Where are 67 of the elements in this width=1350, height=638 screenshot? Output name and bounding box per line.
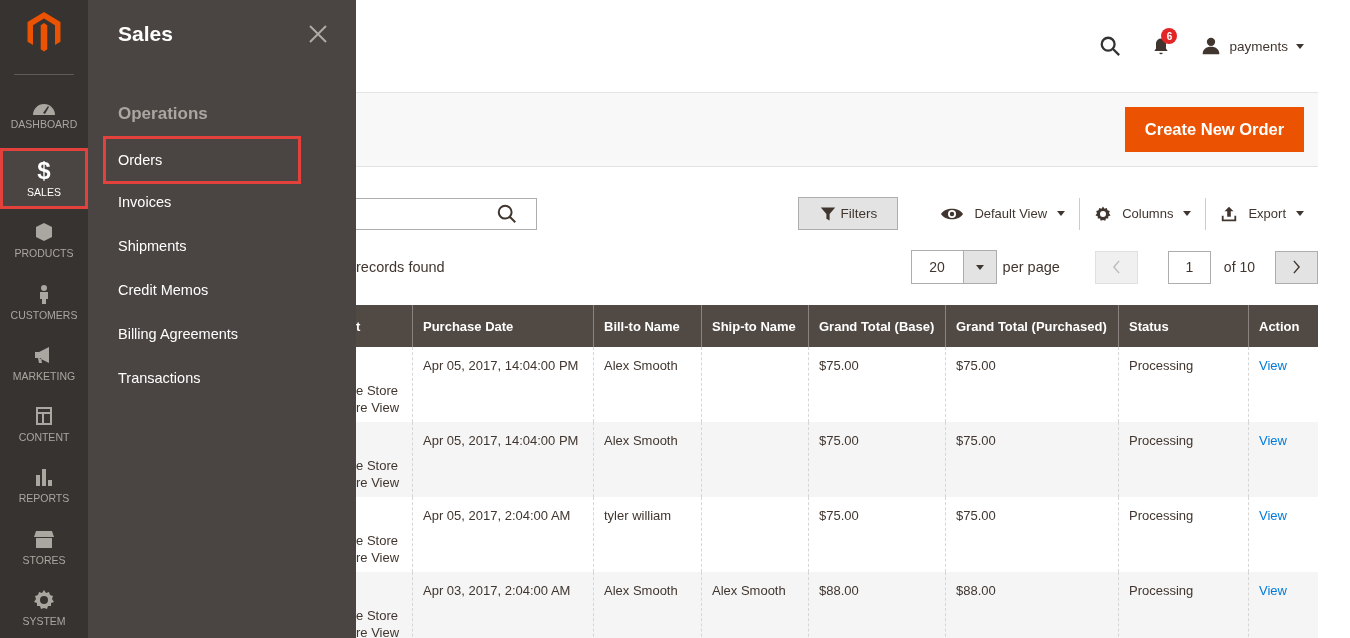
menu-item[interactable]: Credit Memos	[103, 268, 301, 312]
table-cell: $88.00	[808, 572, 945, 638]
column-header[interactable]: Grand Total (Base)	[808, 305, 945, 347]
column-header[interactable]: Ship-to Name	[701, 305, 808, 347]
nav-item[interactable]: SYSTEM	[0, 576, 88, 638]
dollar-icon: $	[37, 158, 51, 183]
user-menu[interactable]: payments	[1229, 38, 1288, 54]
menu-item[interactable]: Billing Agreements	[103, 312, 301, 356]
filters-button[interactable]: Filters	[798, 197, 899, 230]
table-cell: $88.00	[945, 572, 1118, 638]
per-page-select[interactable]: 20	[910, 250, 997, 284]
table-cell: Processing	[1118, 422, 1248, 497]
settings-icon	[1094, 204, 1113, 223]
nav-item[interactable]: DASHBOARD	[0, 86, 88, 148]
table-cell: $75.00	[945, 422, 1118, 497]
view-link[interactable]: View	[1259, 583, 1287, 598]
nav-item[interactable]: CONTENT	[0, 392, 88, 455]
view-link[interactable]: View	[1259, 508, 1287, 523]
column-header[interactable]: Bill-to Name	[593, 305, 701, 347]
table-cell: Alex Smooth	[593, 572, 701, 638]
gauge-icon	[32, 104, 56, 116]
search-field[interactable]	[356, 197, 537, 230]
table-cell: e Store re View	[356, 572, 412, 638]
menu-item[interactable]: Transactions	[103, 356, 301, 400]
table-cell: Apr 05, 2017, 14:04:00 PM	[412, 422, 593, 497]
column-header[interactable]: Action	[1248, 305, 1318, 347]
nav-item[interactable]: $ SALES	[0, 147, 88, 210]
column-header[interactable]: t	[356, 305, 412, 347]
section-heading: Operations	[117, 103, 209, 125]
menu-item[interactable]: Orders	[103, 136, 301, 184]
per-page-label: per page	[1002, 259, 1060, 275]
page-total: of 10	[1223, 259, 1255, 275]
view-link[interactable]: View	[1259, 433, 1287, 448]
close-icon[interactable]	[308, 24, 328, 44]
chevron-right-icon	[1292, 260, 1301, 274]
nav-item[interactable]: CUSTOMERS	[0, 270, 88, 332]
chevron-left-icon	[1111, 260, 1121, 274]
columns-dropdown[interactable]: Columns	[1080, 204, 1206, 223]
export-dropdown[interactable]: Export	[1206, 204, 1318, 223]
column-header[interactable]: Purchase Date	[412, 305, 593, 347]
nav-item[interactable]: PRODUCTS	[0, 209, 88, 271]
table-cell: Processing	[1118, 572, 1248, 638]
column-header[interactable]: Status	[1118, 305, 1248, 347]
view-link[interactable]: View	[1259, 358, 1287, 373]
notification-count: 6	[1161, 28, 1178, 44]
nav-item[interactable]: STORES	[0, 515, 88, 577]
menu-item[interactable]: Shipments	[103, 224, 301, 268]
funnel-icon	[819, 205, 836, 222]
table-cell: e Store re View	[356, 422, 412, 497]
flyout-title: Sales	[118, 22, 173, 46]
caret-icon[interactable]	[1296, 43, 1304, 49]
user-icon[interactable]	[1201, 36, 1222, 56]
create-order-button[interactable]: Create New Order	[1125, 107, 1304, 152]
table-cell: Alex Smooth	[701, 572, 808, 638]
page-field[interactable]: 1	[1167, 250, 1211, 284]
column-header[interactable]: Grand Total (Purchased)	[945, 305, 1118, 347]
search-icon[interactable]	[496, 202, 518, 225]
nav-item[interactable]: REPORTS	[0, 454, 88, 516]
logo-icon[interactable]	[27, 12, 61, 52]
table-cell: Apr 03, 2017, 2:04:00 AM	[412, 572, 593, 638]
upload-icon	[1220, 204, 1239, 223]
table-cell: $75.00	[808, 422, 945, 497]
nav-item[interactable]: MARKETING	[0, 331, 88, 393]
search-icon[interactable]	[1099, 35, 1122, 57]
records-count: records found	[356, 259, 445, 275]
table-cell: Alex Smooth	[593, 422, 701, 497]
view-dropdown[interactable]: Default View	[926, 205, 1080, 222]
